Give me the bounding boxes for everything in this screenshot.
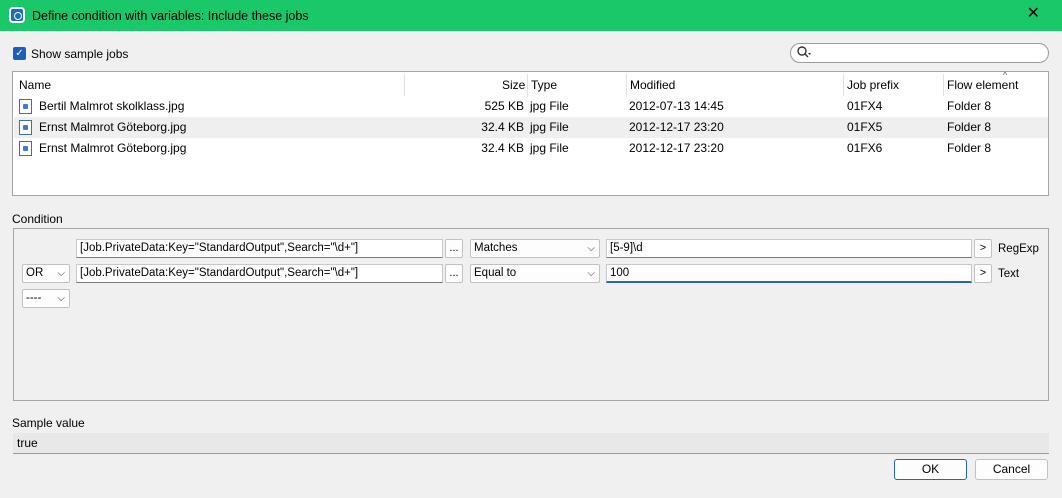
sample-value-label: Sample value <box>12 416 85 430</box>
chevron-down-icon: ⌵ <box>57 268 65 279</box>
operator-value: Equal to <box>474 267 517 279</box>
column-header-name[interactable]: Name <box>19 72 51 98</box>
column-separator <box>943 74 944 96</box>
value-field[interactable]: 100 <box>606 264 972 283</box>
column-header-modified[interactable]: Modified <box>630 72 675 98</box>
cell-job-prefix: 01FX6 <box>847 141 883 155</box>
add-logic-dropdown[interactable]: ---- ⌵ <box>22 289 70 308</box>
cell-name: Ernst Malmrot Göteborg.jpg <box>39 141 187 155</box>
cell-job-prefix: 01FX4 <box>847 99 883 113</box>
ok-button[interactable]: OK <box>894 459 967 480</box>
apply-value-button[interactable]: > <box>974 239 992 258</box>
variable-field[interactable]: [Job.PrivateData:Key="StandardOutput",Se… <box>76 239 443 258</box>
title-bar: Define condition with variables: Include… <box>0 0 1062 31</box>
variable-field[interactable]: [Job.PrivateData:Key="StandardOutput",Se… <box>76 264 443 283</box>
column-header-job-prefix[interactable]: Job prefix <box>847 72 899 98</box>
cell-job-prefix: 01FX5 <box>847 120 883 134</box>
value-type-label: Text <box>998 268 1020 280</box>
browse-variable-button[interactable]: ... <box>445 264 463 283</box>
image-file-icon <box>19 141 32 156</box>
show-sample-jobs-label: Show sample jobs <box>31 47 129 61</box>
cell-size: 32.4 KB <box>481 141 524 155</box>
column-header-flow-element[interactable]: Flow element <box>947 72 1018 98</box>
add-logic-value: ---- <box>26 292 42 304</box>
value-field[interactable]: [5-9]\d <box>606 239 972 258</box>
window-title: Define condition with variables: Include… <box>32 9 309 23</box>
value-type-label: RegExp <box>998 243 1039 255</box>
cell-type: jpg File <box>530 99 569 113</box>
cell-modified: 2012-12-17 23:20 <box>629 120 724 134</box>
cell-flow-element: Folder 8 <box>947 99 992 113</box>
sample-value-field: true <box>13 433 1049 454</box>
column-separator <box>626 74 627 96</box>
show-sample-jobs-checkbox[interactable]: ✓ <box>13 47 26 60</box>
search-input[interactable] <box>790 43 1049 63</box>
cell-size: 32.4 KB <box>481 120 524 134</box>
cell-type: jpg File <box>530 141 569 155</box>
operator-dropdown[interactable]: Matches ⌵ <box>470 239 600 258</box>
image-file-icon <box>19 120 32 135</box>
table-row[interactable]: Ernst Malmrot Göteborg.jpg 32.4 KB jpg F… <box>14 117 1048 138</box>
chevron-down-icon: ⌵ <box>587 268 595 279</box>
operator-value: Matches <box>474 242 518 254</box>
logic-value: OR <box>26 267 44 279</box>
cell-name: Ernst Malmrot Göteborg.jpg <box>39 120 187 134</box>
cell-size: 525 KB <box>484 99 524 113</box>
operator-dropdown[interactable]: Equal to ⌵ <box>470 264 600 283</box>
column-separator <box>527 74 528 96</box>
chevron-down-icon: ⌵ <box>587 243 595 254</box>
search-icon <box>796 45 812 61</box>
column-separator <box>404 74 405 96</box>
table-row[interactable]: Bertil Malmrot skolklass.jpg 525 KB jpg … <box>14 96 1048 117</box>
sort-arrow-icon: ^ <box>1003 70 1008 80</box>
column-separator <box>843 74 844 96</box>
column-header-size[interactable]: Size <box>502 72 525 98</box>
cell-modified: 2012-12-17 23:20 <box>629 141 724 155</box>
column-header-type[interactable]: Type <box>531 72 557 98</box>
image-file-icon <box>19 99 32 114</box>
close-icon[interactable]: ✕ <box>1027 6 1040 22</box>
cell-type: jpg File <box>530 120 569 134</box>
cell-name: Bertil Malmrot skolklass.jpg <box>39 99 185 113</box>
jobs-table: Name Size Type Modified Job prefix Flow … <box>12 70 1049 196</box>
browse-variable-button[interactable]: ... <box>445 239 463 258</box>
chevron-down-icon: ⌵ <box>57 293 65 304</box>
cell-flow-element: Folder 8 <box>947 141 992 155</box>
condition-label: Condition <box>12 212 63 226</box>
apply-value-button[interactable]: > <box>974 264 992 283</box>
cancel-button[interactable]: Cancel <box>975 459 1048 480</box>
cell-modified: 2012-07-13 14:45 <box>629 99 724 113</box>
logic-dropdown[interactable]: OR ⌵ <box>22 264 70 283</box>
table-row[interactable]: Ernst Malmrot Göteborg.jpg 32.4 KB jpg F… <box>14 138 1048 159</box>
cell-flow-element: Folder 8 <box>947 120 992 134</box>
app-icon <box>9 7 25 23</box>
